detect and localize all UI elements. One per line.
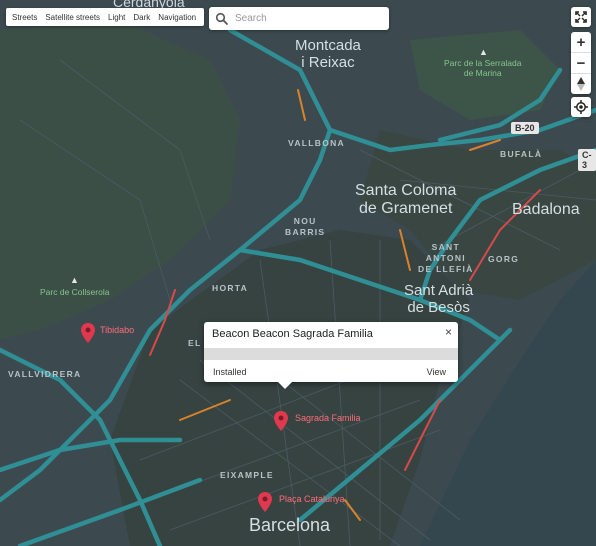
place-label: EIXAMPLE bbox=[220, 470, 274, 480]
style-tab-dark[interactable]: Dark bbox=[129, 13, 154, 22]
place-label: HORTA bbox=[212, 283, 249, 293]
popup-status: Installed bbox=[213, 367, 247, 377]
place-label: Barcelona bbox=[249, 515, 331, 535]
zoom-out-button[interactable]: − bbox=[571, 52, 591, 73]
place-label: VALLBONA bbox=[288, 138, 345, 148]
compass-icon bbox=[577, 77, 585, 91]
navigation-control: + − bbox=[571, 32, 591, 94]
poi-label: Plaça Catalunya bbox=[279, 494, 345, 504]
popup-tip bbox=[278, 382, 292, 389]
style-tab-light[interactable]: Light bbox=[104, 13, 129, 22]
park-label: Parc de Collserola bbox=[40, 287, 110, 297]
place-label: EL bbox=[188, 338, 202, 348]
map-style-switcher: Streets Satellite streets Light Dark Nav… bbox=[6, 8, 205, 26]
tree-icon: ▲ bbox=[70, 275, 79, 285]
map-pin-icon[interactable] bbox=[274, 411, 288, 431]
map-pin-icon[interactable] bbox=[81, 323, 95, 343]
beacon-popup: Beacon Beacon Sagrada Familia × Installe… bbox=[204, 322, 458, 389]
map-base-layer bbox=[0, 20, 596, 546]
geolocate-control bbox=[571, 97, 591, 117]
park-label: Parc de la Serralada de Marina bbox=[444, 58, 522, 78]
place-label: Sant Adrià de Besòs bbox=[404, 282, 474, 316]
place-label: Santa Coloma de Gramenet bbox=[355, 182, 457, 217]
poi-label: Tibidabo bbox=[100, 325, 135, 335]
popup-title: Beacon Beacon Sagrada Familia bbox=[212, 328, 373, 340]
fullscreen-button[interactable] bbox=[571, 7, 591, 27]
search-box bbox=[209, 7, 389, 30]
popup-divider bbox=[204, 348, 458, 360]
style-tab-satellite-streets[interactable]: Satellite streets bbox=[41, 13, 104, 22]
compass-button[interactable] bbox=[571, 73, 591, 94]
place-label: GORG bbox=[488, 254, 520, 264]
place-label: BUFALÀ bbox=[500, 149, 543, 159]
search-icon bbox=[215, 12, 228, 25]
popup-view-link[interactable]: View bbox=[427, 367, 446, 377]
place-label: Badalona bbox=[512, 201, 580, 218]
place-label: SANT ANTONI DE LLEFIÀ bbox=[418, 242, 474, 274]
place-label: NOU BARRIS bbox=[285, 216, 326, 237]
map-canvas[interactable]: Cerdanyola Montcada i Reixac VALLBONA Pa… bbox=[0, 0, 596, 546]
place-label: VALLVIDRERA bbox=[8, 369, 82, 379]
geolocate-icon bbox=[574, 100, 588, 114]
geolocate-button[interactable] bbox=[571, 97, 591, 117]
poi-label: Sagrada Familia bbox=[295, 413, 361, 423]
highway-shield: C-3 bbox=[578, 149, 596, 171]
style-tab-streets[interactable]: Streets bbox=[8, 13, 41, 22]
fullscreen-icon bbox=[575, 11, 587, 23]
place-label: Montcada i Reixac bbox=[295, 37, 361, 71]
close-icon[interactable]: × bbox=[445, 325, 452, 339]
zoom-in-button[interactable]: + bbox=[571, 32, 591, 52]
style-tab-navigation[interactable]: Navigation bbox=[154, 13, 200, 22]
tree-icon: ▲ bbox=[479, 47, 488, 57]
search-input[interactable] bbox=[233, 12, 377, 25]
highway-shield: B-20 bbox=[511, 122, 539, 134]
map-pin-icon[interactable] bbox=[258, 492, 272, 512]
fullscreen-control bbox=[571, 7, 591, 27]
